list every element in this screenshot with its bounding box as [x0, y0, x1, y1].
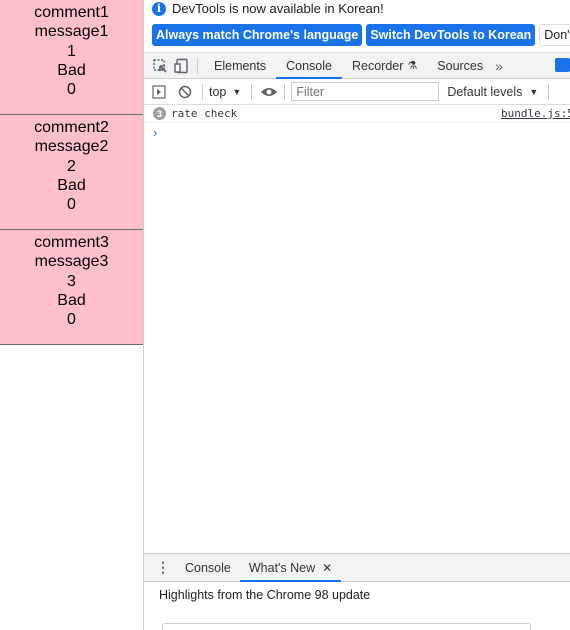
message-text: message2	[34, 138, 109, 156]
context-selector[interactable]: top ▼	[209, 85, 241, 99]
flask-icon: ⚗	[407, 60, 418, 72]
comment-id: 2	[67, 157, 76, 175]
infobar-text: DevTools is now available in Korean!	[172, 1, 384, 16]
app-panel: comment1 message1 1 Bad 0 comment2 messa…	[0, 0, 143, 630]
message-text: message1	[34, 23, 109, 41]
language-infobar: i DevTools is now available in Korean! A…	[144, 0, 570, 53]
whats-new-heading: Highlights from the Chrome 98 update	[159, 588, 371, 602]
tab-recorder-label: Recorder	[351, 58, 404, 73]
source-link[interactable]: bundle.js:5	[501, 105, 570, 122]
console-output[interactable]: 3 rate check bundle.js:5 ›	[144, 105, 570, 533]
always-match-language-button[interactable]: Always match Chrome's language	[152, 24, 363, 46]
context-selector-label: top	[209, 84, 227, 99]
console-toolbar: top ▼ Filter Default levels ▼	[144, 79, 570, 105]
switch-to-korean-button[interactable]: Switch DevTools to Korean	[366, 24, 536, 46]
drawer-tab-whats-new[interactable]: What's New ✕	[239, 554, 342, 582]
rating-label: Bad	[57, 61, 86, 79]
devtools-tabbar: Elements Console Recorder ⚗ Sources »	[144, 53, 570, 79]
whats-new-video-box[interactable]	[162, 623, 531, 630]
messages-icon[interactable]	[555, 58, 570, 72]
default-levels-dropdown[interactable]: Default levels ▼	[447, 85, 538, 99]
drawer-tab-whats-new-label: What's New	[248, 560, 316, 575]
dropdown-arrow-icon: ▼	[529, 86, 539, 97]
tab-recorder[interactable]: Recorder ⚗	[342, 53, 427, 78]
dropdown-arrow-icon: ▼	[232, 86, 242, 97]
tab-sources[interactable]: Sources	[427, 53, 493, 78]
comment-id: 3	[67, 272, 76, 290]
filter-input[interactable]: Filter	[291, 82, 440, 101]
levels-label: Default levels	[447, 84, 523, 99]
live-expression-eye-icon[interactable]	[260, 83, 278, 101]
comment-card: comment1 message1 1 Bad 0	[0, 0, 143, 115]
comment-text: comment3	[34, 234, 109, 251]
comment-text: comment1	[34, 4, 109, 21]
drawer-tab-console[interactable]: Console	[176, 554, 240, 581]
rating-count: 0	[67, 81, 76, 99]
info-icon: i	[152, 1, 166, 16]
close-icon[interactable]: ✕	[322, 561, 332, 575]
inspect-element-icon[interactable]	[151, 57, 169, 75]
devtools-panel: i DevTools is now available in Korean! A…	[144, 0, 570, 630]
console-message: 3 rate check bundle.js:5	[144, 105, 570, 123]
rating-label: Bad	[57, 291, 86, 309]
show-sidebar-icon[interactable]	[150, 83, 168, 101]
message-text: message3	[34, 253, 109, 271]
comment-card: comment3 message3 3 Bad 0	[0, 230, 143, 345]
drawer-menu-icon[interactable]: ⋮	[156, 559, 170, 576]
rating-count: 0	[67, 311, 76, 329]
tab-console[interactable]: Console	[276, 53, 342, 79]
more-tabs-icon[interactable]: »	[495, 58, 503, 74]
drawer-tabbar: ⋮ Console What's New ✕	[144, 553, 570, 582]
dont-show-again-button[interactable]: Don't sho	[539, 24, 570, 46]
console-message-text: rate check	[171, 107, 238, 120]
comment-card: comment2 message2 2 Bad 0	[0, 115, 143, 230]
console-prompt-chevron-icon[interactable]: ›	[153, 125, 157, 140]
tab-elements[interactable]: Elements	[204, 53, 276, 78]
comment-id: 1	[67, 42, 76, 60]
rating-label: Bad	[57, 176, 86, 194]
rating-count: 0	[67, 196, 76, 214]
clear-console-icon[interactable]	[176, 83, 194, 101]
comment-text: comment2	[34, 119, 109, 136]
repeat-count-badge: 3	[153, 107, 166, 120]
device-toolbar-icon[interactable]	[173, 57, 191, 75]
